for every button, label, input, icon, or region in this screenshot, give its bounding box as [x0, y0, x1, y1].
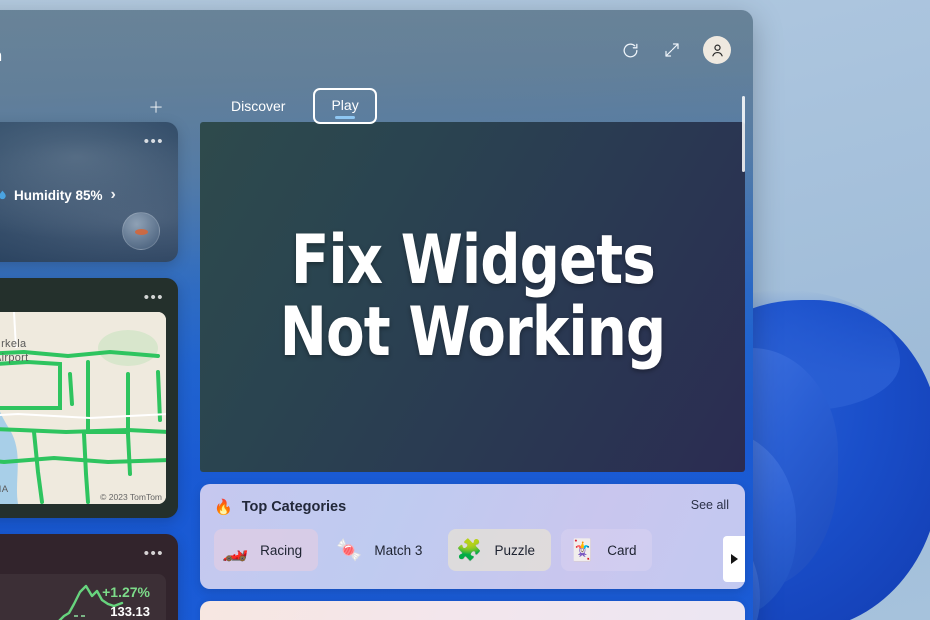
tab-discover[interactable]: Discover	[215, 89, 301, 123]
traffic-map[interactable]: JAMUNANAKI Rourkela Airport Raurkela RF …	[0, 312, 166, 504]
top-categories-header: 🔥 Top Categories	[214, 496, 731, 518]
hero-line-2: Not Working	[279, 293, 666, 372]
map-credit: © 2023 TomTom	[100, 492, 162, 502]
header-actions	[619, 36, 731, 64]
tab-discover-label: Discover	[231, 98, 286, 114]
stock-change-percent: +1.27%	[102, 584, 150, 600]
tab-play[interactable]: Play	[313, 88, 377, 124]
scroll-right-triangle	[730, 554, 738, 564]
see-all-link[interactable]: See all	[691, 498, 729, 512]
candy-icon: 🍬	[336, 538, 363, 562]
category-chip-puzzle[interactable]: 🧩 Puzzle	[448, 529, 552, 571]
humidity-label: Humidity 85%	[14, 187, 103, 203]
panel-scrollbar[interactable]	[742, 96, 745, 172]
weather-globe-icon	[122, 212, 160, 250]
category-chip-card-label: Card	[607, 542, 637, 558]
category-chip-list: 🏎️ Racing 🍬 Match 3 🧩 Puzzle 🃏 Card	[214, 529, 731, 571]
stock-value: 133.13	[110, 604, 150, 619]
category-chip-racing[interactable]: 🏎️ Racing	[214, 529, 319, 571]
ellipsis-icon[interactable]: •••	[144, 134, 164, 149]
main-feed-column: Fix Widgets Not Working 🔥 Top Categories…	[200, 122, 745, 620]
category-chip-card[interactable]: 🃏 Card	[561, 529, 653, 571]
category-chip-match3[interactable]: 🍬 Match 3	[328, 529, 438, 571]
stock-values: +1.27% 133.13	[102, 584, 150, 619]
widgets-toolbar: Discover Play	[0, 88, 753, 132]
plus-icon[interactable]	[142, 93, 170, 121]
puzzle-blocks-icon: 🧩	[456, 538, 483, 562]
refresh-icon[interactable]	[619, 39, 641, 61]
hero-line-1: Fix Widgets	[290, 220, 655, 300]
traffic-widget-title: ammary	[0, 288, 166, 304]
ellipsis-icon[interactable]: •••	[144, 290, 164, 305]
watchlist-widget[interactable]: ••• suggestions +1.27% 133.13	[0, 534, 178, 620]
greeting-text: noon	[0, 46, 2, 66]
stock-row[interactable]: +1.27% 133.13	[0, 574, 166, 620]
tab-selected-indicator	[335, 116, 356, 119]
weather-widget[interactable]: ••• 9 °C Humidity 85% › See full	[0, 122, 178, 262]
droplet-icon	[0, 190, 6, 200]
widgets-header: noon	[0, 10, 753, 88]
chevron-right-icon: ›	[110, 186, 116, 203]
widget-column: ••• 9 °C Humidity 85% › See full	[0, 122, 178, 620]
top-categories-title: Top Categories	[241, 499, 347, 515]
tab-play-label: Play	[331, 97, 359, 113]
expand-icon[interactable]	[661, 39, 683, 61]
fire-icon: 🔥	[214, 498, 233, 516]
playing-cards-icon: 🃏	[569, 538, 596, 562]
desktop-background: noon	[0, 0, 930, 620]
hero-banner[interactable]: Fix Widgets Not Working	[200, 122, 745, 472]
category-chip-match3-label: Match 3	[374, 542, 423, 558]
chevron-right-icon[interactable]	[723, 536, 745, 582]
category-chip-puzzle-label: Puzzle	[494, 542, 536, 558]
traffic-widget[interactable]: ••• ammary	[0, 278, 178, 518]
humidity-row[interactable]: Humidity 85% ›	[0, 186, 116, 204]
tab-list: Discover Play	[215, 88, 377, 124]
next-feed-card[interactable]: 🎮	[200, 601, 745, 620]
avatar[interactable]	[703, 36, 731, 64]
racing-car-icon: 🏎️	[222, 538, 249, 562]
watchlist-widget-title: suggestions	[0, 544, 166, 560]
top-categories-card: 🔥 Top Categories See all 🏎️ Racing 🍬 Mat…	[200, 484, 745, 589]
category-chip-racing-label: Racing	[260, 542, 303, 558]
ellipsis-icon[interactable]: •••	[144, 546, 164, 561]
widgets-panel: noon	[0, 10, 753, 620]
